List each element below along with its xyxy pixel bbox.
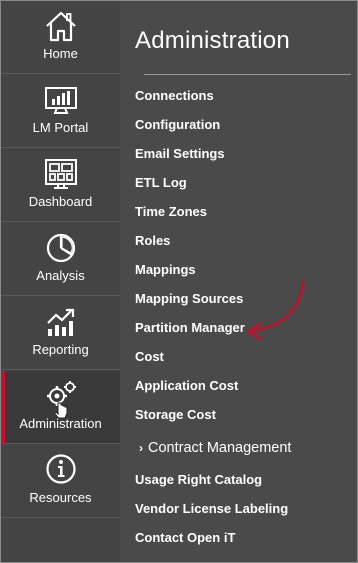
sidebar-item-reporting[interactable]: Reporting [1,297,120,370]
sidebar-item-home[interactable]: Home [1,1,120,74]
annotation-arrow-icon [246,279,305,341]
sidebar-item-label: Administration [19,416,102,431]
home-icon [45,11,76,42]
app-frame: Home LM Portal Dashboard Analysis Report… [0,0,358,563]
sidebar-item-resources[interactable]: Resources [1,445,120,518]
sidebar: Home LM Portal Dashboard Analysis Report… [1,1,120,562]
sidebar-item-label: Reporting [32,342,89,357]
pie-chart-icon [46,233,75,263]
bar-chart-monitor-icon [44,87,77,114]
dashboard-icon [44,159,77,189]
sidebar-item-lm-portal[interactable]: LM Portal [1,75,120,148]
sidebar-item-label: LM Portal [32,120,89,135]
sidebar-item-label: Analysis [36,268,85,283]
sidebar-item-dashboard[interactable]: Dashboard [1,149,120,222]
administration-panel: Administration Connections Configuration… [120,1,357,562]
info-icon [45,454,76,484]
sidebar-item-label: Home [43,46,78,61]
trend-chart-icon [46,308,74,336]
sidebar-item-label: Resources [29,490,92,505]
sidebar-item-label: Dashboard [28,194,93,209]
sidebar-item-administration[interactable]: Administration [1,371,120,444]
sidebar-item-analysis[interactable]: Analysis [1,223,120,296]
gears-icon [46,381,76,419]
